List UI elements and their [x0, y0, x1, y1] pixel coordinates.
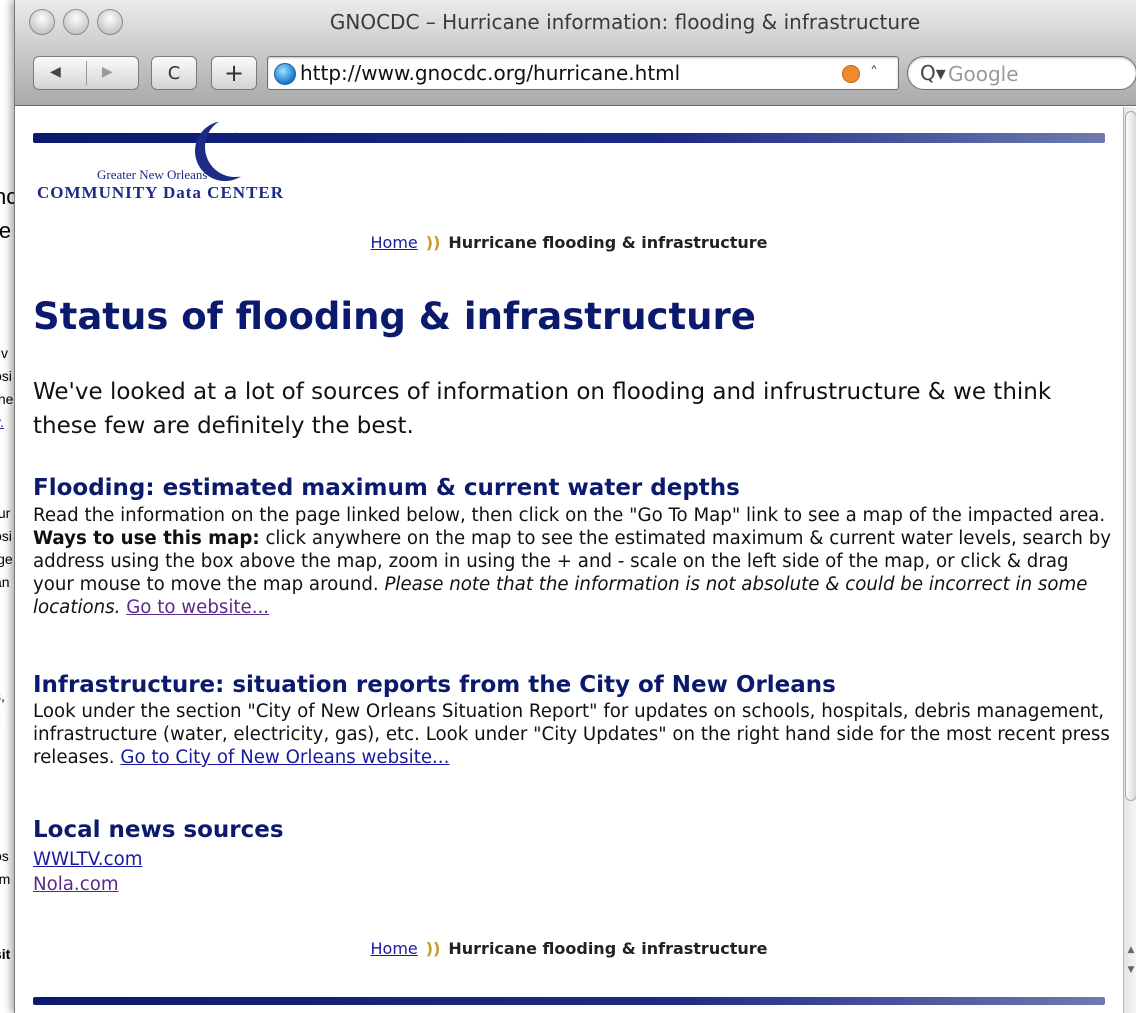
breadcrumb-current: Hurricane flooding & infrastructure [448, 233, 768, 252]
bg-text-fragment: os [0, 848, 9, 864]
minimize-window-button[interactable] [63, 9, 89, 35]
scrollbar-thumb[interactable] [1125, 111, 1136, 801]
vertical-scrollbar[interactable]: ▲ ▼ [1123, 107, 1136, 1013]
bg-text-fragment: ige [0, 551, 13, 567]
bg-text-fragment: s, [0, 688, 5, 704]
bg-text-fragment: osi [0, 528, 12, 544]
news-links-list: WWLTV.com Nola.com [33, 847, 142, 897]
flooding-heading: Flooding: estimated maximum & current wa… [33, 475, 740, 501]
logo-top-text: Greater New Orleans [97, 167, 208, 182]
site-logo[interactable]: ⁘ Greater New Orleans COMMUNITY Data CEN… [37, 117, 283, 207]
bg-text-fragment: tiv [0, 345, 8, 361]
bg-text-fragment: tur [0, 505, 11, 521]
bg-text-fragment: osi [0, 368, 12, 384]
page-title: Status of flooding & infrastructure [33, 295, 756, 338]
logo-main-text: COMMUNITY Data CENTER [37, 183, 285, 202]
zoom-window-button[interactable] [97, 9, 123, 35]
page-content: ⁘ Greater New Orleans COMMUNITY Data CEN… [15, 107, 1123, 1013]
back-forward-group: ◀ ▶ [33, 56, 139, 90]
address-bar[interactable]: http://www.gnocdc.org/hurricane.html ˄ [267, 56, 899, 90]
reload-icon: C [167, 62, 181, 84]
scroll-down-arrow[interactable]: ▼ [1125, 963, 1136, 977]
title-bar[interactable]: GNOCDC – Hurricane information: flooding… [15, 0, 1136, 44]
footer-rule [33, 997, 1105, 1005]
window-title: GNOCDC – Hurricane information: flooding… [329, 10, 921, 34]
bg-text-fragment: ti [0, 711, 1, 727]
url-field[interactable]: http://www.gnocdc.org/hurricane.html [300, 61, 680, 85]
forward-button[interactable]: ▶ [102, 64, 113, 80]
back-button[interactable]: ◀ [50, 64, 61, 80]
search-field[interactable]: Q▾ Google [907, 56, 1136, 90]
infrastructure-heading: Infrastructure: situation reports from t… [33, 672, 836, 698]
breadcrumb-separator-icon: )) [425, 233, 441, 252]
close-window-button[interactable] [29, 9, 55, 35]
news-heading: Local news sources [33, 817, 284, 843]
infrastructure-description: Look under the section "City of New Orle… [33, 700, 1113, 769]
search-icon[interactable]: Q▾ [920, 61, 946, 85]
bg-text-fragment: rm [0, 871, 11, 887]
logo-dots: ⁘ [233, 131, 242, 141]
bg-text-fragment: sit [0, 946, 11, 962]
bg-text-fragment: the [0, 391, 14, 407]
flooding-website-link[interactable]: Go to website... [126, 597, 269, 618]
city-website-link[interactable]: Go to City of New Orleans website... [120, 747, 449, 768]
breadcrumb-home-link[interactable]: Home [371, 939, 418, 958]
news-link-nola[interactable]: Nola.com [33, 874, 119, 895]
search-placeholder: Google [948, 62, 1019, 86]
reload-button[interactable]: C [151, 56, 197, 90]
bg-link-fragment[interactable]: y. [0, 414, 4, 430]
snapback-icon[interactable]: ˄ [870, 63, 878, 82]
breadcrumb-footer: Home)) Hurricane flooding & infrastructur… [15, 939, 1123, 958]
news-link-wwltv[interactable]: WWLTV.com [33, 849, 142, 870]
intro-text: We've looked at a lot of sources of info… [33, 379, 1052, 439]
breadcrumb-separator-icon: )) [425, 939, 441, 958]
rss-icon[interactable] [842, 65, 860, 83]
add-bookmark-button[interactable]: + [211, 56, 257, 90]
flooding-text-bold: Ways to use this map: [33, 528, 260, 549]
breadcrumb-home-link[interactable]: Home [371, 233, 418, 252]
plus-icon: + [223, 59, 245, 87]
browser-window: GNOCDC – Hurricane information: flooding… [14, 0, 1136, 1013]
flooding-description: Read the information on the page linked … [33, 504, 1113, 619]
breadcrumb: Home)) Hurricane flooding & infrastructur… [15, 233, 1123, 252]
button-divider [86, 61, 87, 85]
browser-toolbar: ◀ ▶ C + http://www.gnocdc.org/hurricane.… [15, 44, 1136, 106]
flooding-text-a: Read the information on the page linked … [33, 505, 1106, 526]
scroll-up-arrow[interactable]: ▲ [1125, 943, 1136, 957]
bg-text-fragment: an [0, 574, 10, 590]
globe-icon [274, 63, 296, 85]
breadcrumb-current: Hurricane flooding & infrastructure [448, 939, 768, 958]
bg-text-fragment: ie [0, 218, 12, 243]
crescent-moon-icon [205, 117, 265, 177]
